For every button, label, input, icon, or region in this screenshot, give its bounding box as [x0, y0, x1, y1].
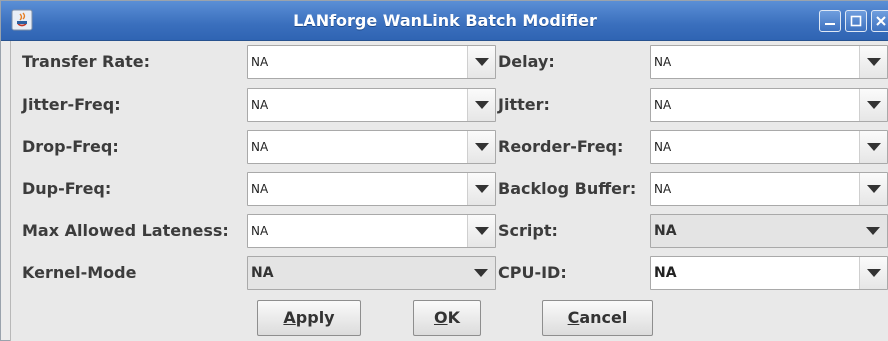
- cpu-id-combo[interactable]: NA: [650, 256, 888, 290]
- apply-mnemonic: A: [283, 308, 296, 327]
- max-allowed-lateness-value[interactable]: NA: [251, 215, 268, 247]
- close-icon[interactable]: [871, 10, 888, 32]
- reorder-freq-value[interactable]: NA: [654, 131, 671, 163]
- jitter-freq-label: Jitter-Freq:: [22, 95, 121, 114]
- chevron-down-icon[interactable]: [859, 89, 887, 121]
- drop-freq-label: Drop-Freq:: [22, 137, 119, 156]
- chevron-down-icon[interactable]: [467, 89, 495, 121]
- chevron-down-icon[interactable]: [859, 257, 887, 289]
- script-label: Script:: [498, 221, 558, 240]
- apply-button[interactable]: Apply: [257, 300, 361, 336]
- cancel-mnemonic: C: [567, 308, 580, 327]
- delay-combo[interactable]: NA: [650, 45, 888, 79]
- transfer-rate-combo[interactable]: NA: [247, 45, 496, 79]
- jitter-combo[interactable]: NA: [650, 88, 888, 122]
- ok-button[interactable]: OK: [413, 300, 481, 336]
- cancel-label-rest: ancel: [579, 308, 628, 327]
- max-allowed-lateness-label: Max Allowed Lateness:: [22, 221, 229, 240]
- drop-freq-value[interactable]: NA: [251, 131, 268, 163]
- max-allowed-lateness-combo[interactable]: NA: [247, 214, 496, 248]
- cpu-id-value[interactable]: NA: [654, 257, 677, 289]
- chevron-down-icon[interactable]: [859, 46, 887, 78]
- batch-modifier-window: LANforge WanLink Batch Modifier Transfer…: [0, 0, 888, 341]
- delay-label: Delay:: [498, 52, 555, 71]
- backlog-buffer-value[interactable]: NA: [654, 173, 671, 205]
- jitter-freq-combo[interactable]: NA: [247, 88, 496, 122]
- chevron-down-icon[interactable]: [859, 215, 887, 247]
- apply-label-rest: pply: [295, 308, 335, 327]
- kernel-mode-combo[interactable]: NA: [247, 256, 496, 290]
- jitter-label: Jitter:: [498, 95, 550, 114]
- jitter-value[interactable]: NA: [654, 89, 671, 121]
- ok-label-rest: K: [447, 308, 460, 327]
- transfer-rate-value[interactable]: NA: [251, 46, 268, 78]
- chevron-down-icon[interactable]: [467, 131, 495, 163]
- chevron-down-icon[interactable]: [467, 257, 495, 289]
- ok-mnemonic: O: [433, 308, 448, 327]
- backlog-buffer-label: Backlog Buffer:: [498, 179, 637, 198]
- cancel-button[interactable]: Cancel: [542, 300, 653, 336]
- dup-freq-combo[interactable]: NA: [247, 172, 496, 206]
- kernel-mode-value[interactable]: NA: [251, 257, 274, 289]
- window-title: LANforge WanLink Batch Modifier: [293, 11, 597, 30]
- chevron-down-icon[interactable]: [859, 173, 887, 205]
- form-panel: Transfer Rate: Jitter-Freq: Drop-Freq: D…: [10, 41, 888, 341]
- title-bar[interactable]: LANforge WanLink Batch Modifier: [1, 1, 888, 41]
- cpu-id-label: CPU-ID:: [498, 263, 567, 282]
- kernel-mode-label: Kernel-Mode: [22, 263, 137, 282]
- backlog-buffer-combo[interactable]: NA: [650, 172, 888, 206]
- transfer-rate-label: Transfer Rate:: [22, 52, 151, 71]
- reorder-freq-combo[interactable]: NA: [650, 130, 888, 164]
- maximize-icon[interactable]: [845, 10, 867, 32]
- chevron-down-icon[interactable]: [467, 215, 495, 247]
- script-value[interactable]: NA: [654, 215, 677, 247]
- delay-value[interactable]: NA: [654, 46, 671, 78]
- dup-freq-label: Dup-Freq:: [22, 179, 112, 198]
- jitter-freq-value[interactable]: NA: [251, 89, 268, 121]
- chevron-down-icon[interactable]: [467, 46, 495, 78]
- script-combo[interactable]: NA: [650, 214, 888, 248]
- chevron-down-icon[interactable]: [859, 131, 887, 163]
- dup-freq-value[interactable]: NA: [251, 173, 268, 205]
- reorder-freq-label: Reorder-Freq:: [498, 137, 624, 156]
- drop-freq-combo[interactable]: NA: [247, 130, 496, 164]
- minimize-icon[interactable]: [819, 10, 841, 32]
- chevron-down-icon[interactable]: [467, 173, 495, 205]
